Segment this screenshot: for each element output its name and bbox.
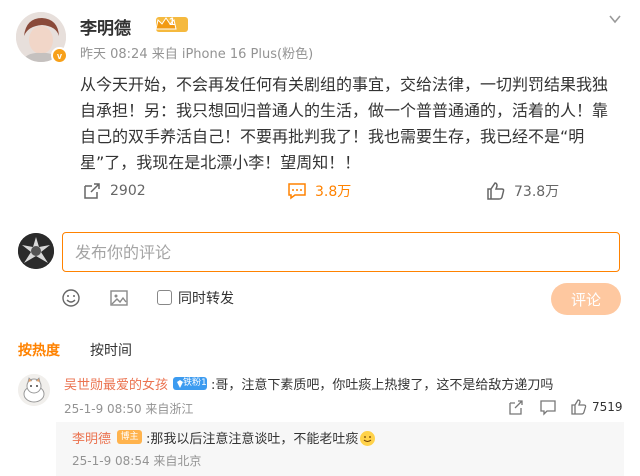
post-header: v 李明德 1 昨天 08:24 来自 iPhone 16 Plus(粉色) [14, 12, 626, 64]
reply-text: :那我以后注意注意谈吐，不能老吐痰 [146, 428, 376, 447]
sort-by-hot-tab[interactable]: 按热度 [18, 340, 60, 360]
comment-input[interactable] [62, 232, 620, 272]
repost-checkbox[interactable] [157, 290, 172, 305]
repost-count: 2902 [110, 183, 146, 199]
repost-icon [84, 183, 100, 199]
post-meta: 昨天 08:24 来自 iPhone 16 Plus(粉色) [80, 47, 314, 62]
comment-button[interactable]: 3.8万 [287, 176, 351, 206]
member-level-text: 1 [169, 16, 176, 28]
reply-author-name[interactable]: 李明德 [72, 428, 111, 447]
comment-sort: 按热度 按时间 [0, 340, 640, 362]
like-count: 73.8万 [514, 184, 560, 200]
comment-count: 3.8万 [315, 184, 352, 200]
like-button[interactable]: 73.8万 [486, 176, 559, 206]
sort-by-time-tab[interactable]: 按时间 [90, 340, 132, 360]
author-name[interactable]: 李明德 [80, 14, 131, 39]
commenter-avatar[interactable] [18, 374, 50, 406]
comment-text: :哥，注意下素质吧，你吐痰上热搜了，这不是给敌方递刀吗 [211, 378, 554, 393]
comment-like-icon[interactable] [571, 398, 587, 416]
comment-icon [288, 183, 306, 200]
emoji-icon[interactable] [61, 288, 81, 308]
author-avatar[interactable]: v [16, 12, 68, 64]
repost-checkbox-label[interactable]: 同时转发 [178, 288, 234, 308]
comment-like-count: 7519 [592, 400, 623, 414]
reply-box: 李明德 博主 :那我以后注意注意谈吐，不能老吐痰 25-1-9 08:54 来自… [56, 422, 624, 476]
reply-text-content: :那我以后注意注意谈吐，不能老吐痰 [146, 432, 359, 447]
comment-compose [0, 228, 640, 278]
repost-button[interactable]: 2902 [82, 176, 146, 206]
more-icon[interactable] [608, 12, 622, 26]
share-icon[interactable] [508, 398, 524, 416]
image-icon[interactable] [109, 288, 129, 308]
smile-emoji-icon [360, 431, 376, 446]
reply-meta: 25-1-9 08:54 来自北京 [72, 454, 202, 468]
post-actions: 2902 3.8万 73.8万 [0, 176, 640, 206]
post-text: 从今天开始，不会再发任何有关剧组的事宜，交给法律，一切判罚结果我独自承担！另：我… [80, 75, 609, 172]
commenter-name[interactable]: 吴世勋最爱的女孩 [64, 374, 168, 393]
my-avatar[interactable] [18, 233, 54, 269]
reply-icon[interactable] [540, 398, 556, 416]
comment-toolbar: 同时转发 评论 [0, 282, 640, 315]
like-icon [487, 182, 505, 200]
fan-badge-text: 铁粉1 [183, 378, 207, 388]
author-badge: 博主 [117, 430, 142, 444]
submit-comment-button[interactable]: 评论 [551, 283, 621, 315]
verified-badge-icon: v [51, 47, 68, 64]
comment-meta: 25-1-9 08:50 来自浙江 [64, 402, 194, 416]
